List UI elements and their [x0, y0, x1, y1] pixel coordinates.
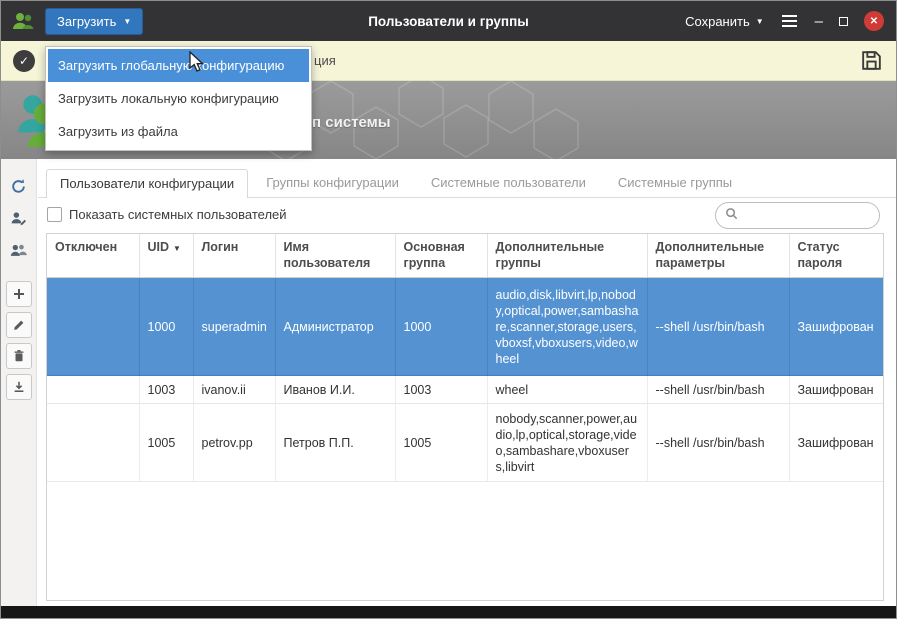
tab-bar: Пользователи конфигурации Группы конфигу…: [38, 159, 896, 198]
banner-title: пп системы: [303, 114, 391, 131]
edit-button[interactable]: [6, 312, 32, 338]
cell-login: petrov.pp: [193, 404, 275, 482]
refresh-button[interactable]: [6, 173, 32, 199]
titlebar: Загрузить ▼ Пользователи и группы Сохран…: [1, 1, 896, 41]
tab-config-users[interactable]: Пользователи конфигурации: [46, 169, 248, 198]
save-button-label: Сохранить: [685, 14, 750, 29]
edit-user-button[interactable]: [6, 205, 32, 231]
menu-item-load-global-config[interactable]: Загрузить глобальную конфигурацию: [48, 49, 309, 82]
save-config-icon[interactable]: [859, 48, 884, 76]
success-check-icon: ✓: [13, 50, 35, 72]
close-button[interactable]: ✕: [864, 11, 884, 31]
table-row[interactable]: 1005 petrov.pp Петров П.П. 1005 nobody,s…: [47, 404, 884, 482]
checkbox-box[interactable]: [47, 207, 62, 222]
users-table-panel: Отключен UID▼ Логин Имя пользователя Осн…: [46, 233, 884, 601]
table-row[interactable]: 1003 ivanov.ii Иванов И.И. 1003 wheel --…: [47, 376, 884, 404]
cell-params: --shell /usr/bin/bash: [647, 404, 789, 482]
cell-password-status: Зашифрован: [789, 278, 884, 376]
tab-system-users[interactable]: Системные пользователи: [417, 168, 600, 197]
cell-disabled: [47, 278, 139, 376]
app-window: Загрузить ▼ Пользователи и группы Сохран…: [0, 0, 897, 619]
menu-item-load-local-config[interactable]: Загрузить локальную конфигурацию: [48, 82, 309, 115]
download-button[interactable]: [6, 374, 32, 400]
restore-button[interactable]: [839, 17, 848, 26]
table-row[interactable]: 1000 superadmin Администратор 1000 audio…: [47, 278, 884, 376]
search-icon: [724, 206, 739, 226]
minimize-button[interactable]: –: [815, 14, 823, 29]
main-content: Пользователи конфигурации Группы конфигу…: [38, 159, 896, 608]
restore-icon: [839, 17, 848, 26]
chevron-down-icon: ▼: [756, 18, 764, 26]
table-header-row: Отключен UID▼ Логин Имя пользователя Осн…: [47, 234, 884, 278]
search-field[interactable]: [715, 202, 880, 229]
notification-message: ция: [314, 53, 336, 68]
column-header-uid[interactable]: UID▼: [139, 234, 193, 278]
column-header-name[interactable]: Имя пользователя: [275, 234, 395, 278]
users-app-icon: [11, 9, 35, 33]
load-button-label: Загрузить: [57, 14, 116, 29]
load-button[interactable]: Загрузить ▼: [45, 8, 143, 35]
groups-button[interactable]: [6, 237, 32, 263]
cell-disabled: [47, 404, 139, 482]
column-header-login[interactable]: Логин: [193, 234, 275, 278]
hamburger-menu-button[interactable]: [780, 13, 799, 29]
cell-groups: nobody,scanner,power,audio,lp,optical,st…: [487, 404, 647, 482]
delete-button[interactable]: [6, 343, 32, 369]
load-menu: Загрузить глобальную конфигурацию Загруз…: [45, 46, 312, 151]
cell-uid: 1003: [139, 376, 193, 404]
show-system-users-checkbox[interactable]: Показать системных пользователей: [47, 207, 287, 222]
cell-name: Петров П.П.: [275, 404, 395, 482]
column-header-primary-group[interactable]: Основная группа: [395, 234, 487, 278]
column-header-disabled[interactable]: Отключен: [47, 234, 139, 278]
checkbox-label: Показать системных пользователей: [69, 207, 287, 222]
cell-name: Администратор: [275, 278, 395, 376]
chevron-down-icon: ▼: [123, 18, 131, 26]
cell-groups: wheel: [487, 376, 647, 404]
menu-item-load-from-file[interactable]: Загрузить из файла: [48, 115, 309, 148]
users-table: Отключен UID▼ Логин Имя пользователя Осн…: [47, 234, 884, 482]
cell-login: superadmin: [193, 278, 275, 376]
column-header-params[interactable]: Дополнительные параметры: [647, 234, 789, 278]
toolbar-sidebar: [1, 159, 37, 608]
tab-system-groups[interactable]: Системные группы: [604, 168, 746, 197]
cell-params: --shell /usr/bin/bash: [647, 278, 789, 376]
cell-uid: 1005: [139, 404, 193, 482]
add-button[interactable]: [6, 281, 32, 307]
column-header-groups[interactable]: Дополнительные группы: [487, 234, 647, 278]
filter-row: Показать системных пользователей: [38, 200, 896, 234]
cell-name: Иванов И.И.: [275, 376, 395, 404]
cell-uid: 1000: [139, 278, 193, 376]
cell-primary-group: 1003: [395, 376, 487, 404]
sort-desc-icon: ▼: [173, 244, 181, 253]
column-header-password-status[interactable]: Статус пароля: [789, 234, 884, 278]
cell-login: ivanov.ii: [193, 376, 275, 404]
cell-password-status: Зашифрован: [789, 404, 884, 482]
bottom-strip: [1, 606, 896, 618]
cell-groups: audio,disk,libvirt,lp,nobody,optical,pow…: [487, 278, 647, 376]
cell-primary-group: 1000: [395, 278, 487, 376]
search-input[interactable]: [744, 208, 864, 223]
cell-password-status: Зашифрован: [789, 376, 884, 404]
save-button[interactable]: Сохранить ▼: [685, 14, 764, 29]
tab-config-groups[interactable]: Группы конфигурации: [252, 168, 413, 197]
cell-primary-group: 1005: [395, 404, 487, 482]
cell-disabled: [47, 376, 139, 404]
cell-params: --shell /usr/bin/bash: [647, 376, 789, 404]
